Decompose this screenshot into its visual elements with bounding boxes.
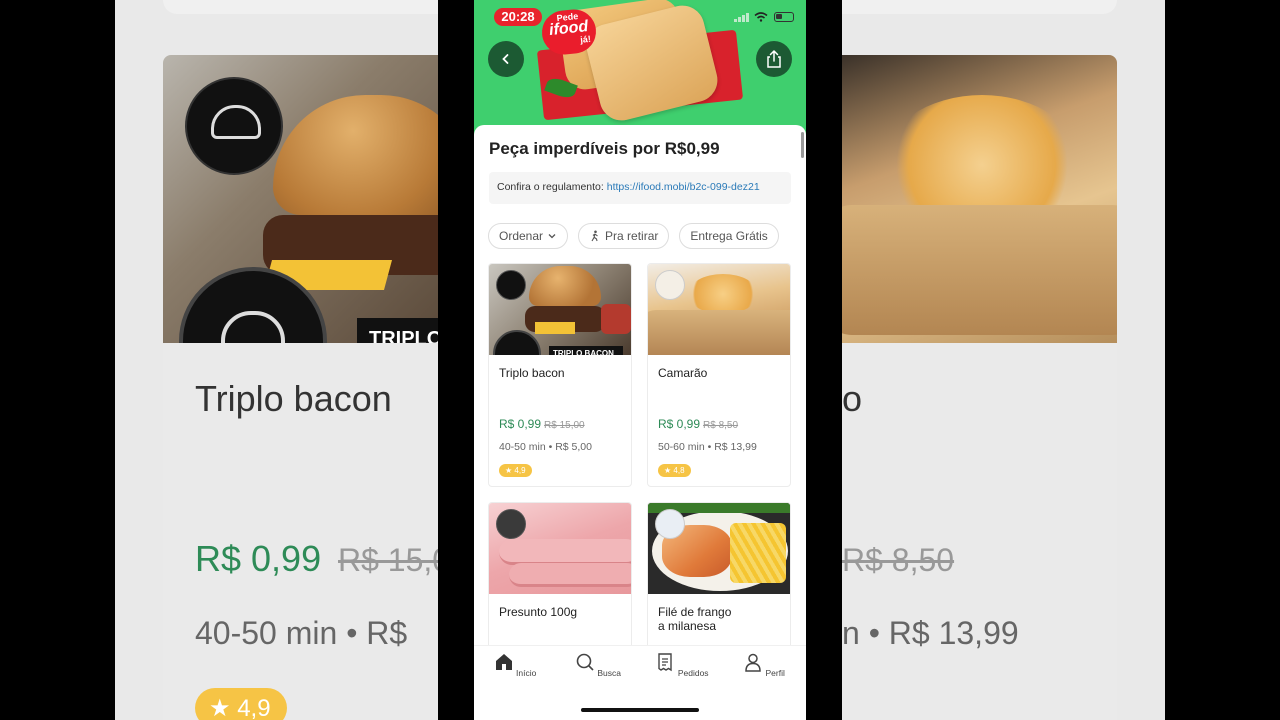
status-icons — [734, 12, 794, 22]
product-card[interactable]: TRIPLO BACON Triplo bacon R$ 0,99 R$ 15,0… — [488, 263, 632, 487]
share-icon — [767, 50, 781, 68]
walking-icon — [591, 230, 598, 242]
scrollbar[interactable] — [801, 132, 804, 158]
battery-icon — [774, 12, 794, 22]
rating-badge: ★ 4,8 — [658, 464, 691, 477]
hero-banner: 20:28 Pede ifood já! — [474, 0, 806, 135]
background-old-price-left: R$ 15,0 — [338, 542, 451, 578]
delivery-meta: 50-60 min • R$ 13,99 — [658, 441, 757, 453]
old-price: R$ 15,00 — [544, 420, 585, 431]
phone-screen: 20:28 Pede ifood já! Peça imperdíveis po… — [474, 0, 806, 720]
restaurant-logo — [655, 509, 685, 539]
product-card[interactable]: Filé de frango a milanesa — [647, 502, 791, 652]
search-icon — [576, 653, 594, 671]
rules-box: Confira o regulamento: https://ifood.mob… — [489, 172, 791, 204]
letterbox-right — [806, 0, 842, 720]
image-tag: TRIPLO BACON — [549, 346, 623, 355]
signal-icon — [734, 12, 749, 22]
product-price: R$ 0,99 R$ 15,00 — [499, 417, 585, 431]
tab-busca[interactable]: Busca — [568, 652, 628, 678]
tab-label: Perfil — [765, 668, 785, 678]
chevron-down-icon — [548, 234, 556, 239]
restaurant-logo — [655, 270, 685, 300]
free-delivery-chip[interactable]: Entrega Grátis — [679, 223, 779, 249]
background-rating-left: ★ 4,9 — [195, 688, 287, 720]
status-time: 20:28 — [494, 8, 542, 26]
sort-chip[interactable]: Ordenar — [488, 223, 569, 249]
background-meta-right: n • R$ 13,99 — [842, 615, 1019, 651]
page-title: Peça imperdíveis por R$0,99 — [489, 139, 720, 158]
tab-inicio[interactable]: Início — [485, 652, 545, 678]
old-price: R$ 8,50 — [703, 420, 739, 431]
restaurant-logo — [496, 270, 526, 300]
product-name: Filé de frango a milanesa — [658, 605, 732, 633]
background-logo — [185, 77, 283, 175]
chevron-left-icon — [502, 54, 509, 64]
back-button[interactable] — [488, 41, 524, 77]
background-old-price-right: R$ 8,50 — [842, 542, 955, 578]
restaurant-logo — [496, 509, 526, 539]
sort-chip-label: Ordenar — [499, 229, 544, 243]
background-price-left: R$ 0,99 — [195, 538, 322, 579]
home-indicator[interactable] — [581, 708, 699, 712]
product-image: TRIPLO BACON — [489, 264, 631, 355]
background-card-right — [842, 343, 1117, 720]
product-image — [489, 503, 631, 594]
product-image — [648, 503, 790, 594]
rules-link[interactable]: https://ifood.mobi/b2c-099-dez21 — [607, 181, 760, 193]
profile-icon — [745, 653, 761, 672]
filter-chips: Ordenar Pra retirar Entrega Grátis — [488, 223, 779, 249]
product-name: Camarão — [658, 366, 708, 380]
share-button[interactable] — [756, 41, 792, 77]
product-price: R$ 0,99 R$ 8,50 — [658, 417, 739, 431]
product-card[interactable]: Camarão R$ 0,99 R$ 8,50 50-60 min • R$ 13… — [647, 263, 791, 487]
wifi-icon — [754, 12, 768, 22]
product-name: Presunto 100g — [499, 605, 578, 619]
tab-label: Pedidos — [677, 668, 709, 678]
background-burger-image: TRIPLO — [163, 55, 438, 343]
pickup-chip-label: Pra retirar — [605, 229, 659, 243]
rating-badge: ★ 4,9 — [499, 464, 532, 477]
background-meta-left: 40-50 min • R$ — [195, 615, 408, 651]
free-delivery-chip-label: Entrega Grátis — [690, 229, 768, 243]
video-frame: TRIPLO Triplo bacon o R$ 0,99 R$ 15,0 R$… — [0, 0, 1280, 720]
tab-label: Início — [516, 668, 537, 678]
delivery-meta: 40-50 min • R$ 5,00 — [499, 441, 592, 453]
letterbox-left — [438, 0, 474, 720]
product-name: Triplo bacon — [499, 366, 565, 380]
tab-perfil[interactable]: Perfil — [734, 652, 794, 678]
content-sheet: Peça imperdíveis por R$0,99 Confira o re… — [474, 125, 806, 652]
receipt-icon — [658, 653, 673, 672]
product-card[interactable]: Presunto 100g — [488, 502, 632, 652]
background-title-right: o — [842, 378, 863, 419]
tab-pedidos[interactable]: Pedidos — [652, 652, 712, 678]
background-title-left: Triplo bacon — [195, 378, 392, 419]
home-icon — [495, 654, 512, 670]
pickup-chip[interactable]: Pra retirar — [578, 223, 670, 249]
background-image-tag: TRIPLO — [357, 318, 438, 343]
product-image — [648, 264, 790, 355]
background-pastry-image — [842, 55, 1117, 343]
rules-label: Confira o regulamento: — [497, 181, 604, 193]
tab-label: Busca — [597, 668, 621, 678]
